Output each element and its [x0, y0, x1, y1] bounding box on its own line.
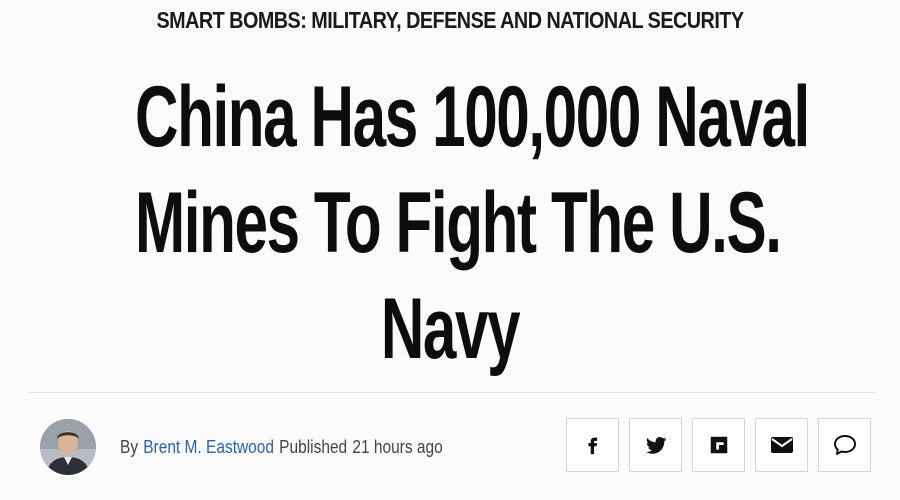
byline-text: By Brent M. Eastwood Published 21 hours … [120, 437, 443, 458]
headline-line-1: China Has 100,000 Naval [135, 69, 810, 165]
twitter-icon [645, 437, 666, 454]
author-avatar[interactable] [40, 419, 96, 475]
headline-line-3: Navy [380, 281, 521, 377]
email-icon [770, 437, 793, 453]
share-flipboard-button[interactable] [692, 418, 745, 472]
category-label[interactable]: SMART BOMBS: MILITARY, DEFENSE AND NATIO… [63, 7, 837, 34]
comment-icon [833, 435, 856, 455]
byline: By Brent M. Eastwood Published 21 hours … [40, 418, 495, 476]
by-label: By [120, 436, 139, 457]
page-title: China Has 100,000 Naval Mines To Fight T… [0, 64, 900, 382]
share-comment-button[interactable] [818, 418, 871, 472]
divider [28, 392, 876, 393]
author-link[interactable]: Brent M. Eastwood [143, 437, 274, 458]
article-header: SMART BOMBS: MILITARY, DEFENSE AND NATIO… [0, 0, 900, 500]
timestamp: 21 hours ago [352, 436, 443, 457]
share-email-button[interactable] [755, 418, 808, 472]
share-twitter-button[interactable] [629, 418, 682, 472]
headline-line-2: Mines To Fight The U.S. [135, 175, 782, 271]
published-label: Published [279, 436, 348, 457]
share-bar [566, 418, 871, 472]
share-facebook-button[interactable] [566, 418, 619, 472]
flipboard-icon [710, 436, 727, 454]
facebook-icon [587, 437, 597, 455]
